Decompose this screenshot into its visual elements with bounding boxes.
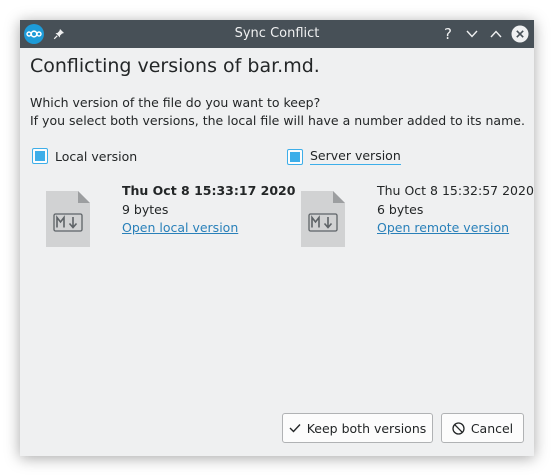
server-date: Thu Oct 8 15:32:57 2020 (377, 183, 534, 198)
local-checkbox-box[interactable] (32, 148, 48, 164)
local-size: 9 bytes (122, 201, 169, 217)
local-version-info: Thu Oct 8 15:33:17 2020 9 bytes Open loc… (122, 182, 295, 238)
server-checkbox-box[interactable] (287, 148, 303, 165)
open-remote-version-link[interactable]: Open remote version (377, 220, 509, 235)
server-version-info: Thu Oct 8 15:32:57 2020 6 bytes Open rem… (377, 182, 534, 238)
question-text: Which version of the file do you want to… (30, 95, 321, 110)
help-icon[interactable]: ? (438, 24, 458, 44)
dialog-heading: Conflicting versions of bar.md. (30, 55, 320, 77)
svg-text:?: ? (444, 26, 452, 42)
sync-conflict-dialog: Sync Conflict ? Conflicting versions of … (20, 20, 534, 456)
local-date: Thu Oct 8 15:33:17 2020 (122, 183, 296, 198)
server-version-checkbox[interactable]: Server version (287, 148, 401, 165)
cancel-button[interactable]: Cancel (441, 413, 524, 443)
keep-both-label: Keep both versions (306, 420, 427, 436)
local-version-checkbox[interactable]: Local version (32, 148, 137, 164)
keep-both-versions-button[interactable]: Keep both versions (282, 413, 433, 443)
cancel-label: Cancel (470, 420, 514, 436)
minimize-icon[interactable] (462, 24, 482, 44)
maximize-icon[interactable] (486, 24, 506, 44)
local-markdown-file-icon (46, 191, 90, 247)
cancel-icon (452, 421, 465, 435)
close-icon[interactable] (510, 24, 530, 44)
server-markdown-file-icon (301, 191, 345, 247)
hint-text: If you select both versions, the local f… (30, 113, 525, 128)
server-size: 6 bytes (377, 201, 424, 217)
title-bar[interactable]: Sync Conflict ? (20, 20, 534, 48)
open-local-version-link[interactable]: Open local version (122, 220, 238, 235)
checkmark-icon (289, 423, 301, 433)
local-version-label[interactable]: Local version (55, 149, 137, 164)
server-version-label[interactable]: Server version (310, 148, 401, 165)
dialog-description: Which version of the file do you want to… (30, 94, 525, 130)
